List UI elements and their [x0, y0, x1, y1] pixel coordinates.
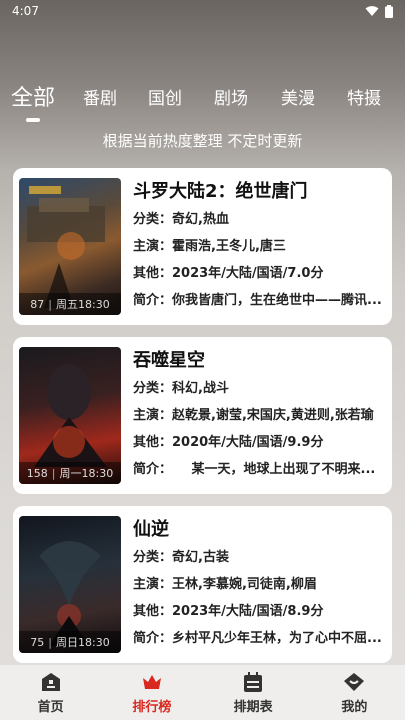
show-other: 其他：2023年/大陆/国语/7.0分 — [133, 266, 324, 281]
show-card[interactable]: 158 | 周一18:30 吞噬星空 分类：科幻,战斗 主演：赵乾景,谢莹,宋国庆,… — [13, 337, 392, 494]
wifi-icon — [365, 6, 379, 16]
nav-ranking[interactable]: 排行榜 — [101, 665, 202, 720]
category-tabs: 全部 番剧 国创 剧场 美漫 特摄 — [0, 78, 405, 122]
episode-badge: 158 | 周一18:30 — [19, 462, 121, 484]
show-category: 分类：科幻,战斗 — [133, 381, 229, 396]
nav-profile[interactable]: 我的 — [304, 665, 405, 720]
show-category: 分类：奇幻,热血 — [133, 212, 229, 227]
status-icons — [365, 4, 393, 18]
show-cast: 主演：霍雨浩,王冬儿,唐三 — [133, 239, 286, 254]
ranking-note: 根据当前热度整理 不定时更新 — [102, 132, 303, 150]
status-bar: 4:07 — [0, 0, 405, 22]
poster-image[interactable]: 87 | 周五18:30 — [19, 178, 121, 315]
show-cast: 主演：赵乾景,谢莹,宋国庆,黄进则,张若瑜 — [133, 408, 374, 423]
nav-schedule[interactable]: 排期表 — [203, 665, 304, 720]
crown-icon — [142, 674, 161, 689]
tab-guochuang[interactable]: 国创 — [148, 84, 182, 109]
episode-badge: 75 | 周日18:30 — [19, 631, 121, 653]
nav-home[interactable]: 首页 — [0, 665, 101, 720]
tab-all[interactable]: 全部 — [11, 80, 55, 122]
show-card[interactable]: 75 | 周日18:30 仙逆 分类：奇幻,古装 主演：王林,李慕婉,司徒南,柳眉 … — [13, 506, 392, 663]
episode-badge: 87 | 周五18:30 — [19, 293, 121, 315]
show-summary: 简介：乡村平凡少年王林，为了心中不屈... — [133, 631, 382, 646]
tab-anime[interactable]: 番剧 — [83, 84, 117, 109]
poster-image[interactable]: 75 | 周日18:30 — [19, 516, 121, 653]
calendar-icon — [244, 671, 263, 692]
show-title: 吞噬星空 — [133, 350, 205, 371]
active-tab-indicator — [26, 118, 40, 122]
tab-theater[interactable]: 剧场 — [214, 84, 248, 109]
profile-icon — [344, 672, 365, 691]
show-title: 仙逆 — [133, 519, 169, 540]
tab-us-comics[interactable]: 美漫 — [281, 84, 315, 109]
show-other: 其他：2020年/大陆/国语/9.9分 — [133, 435, 324, 450]
battery-icon — [385, 4, 393, 18]
show-title: 斗罗大陆2：绝世唐门 — [133, 181, 308, 202]
show-category: 分类：奇幻,古装 — [133, 550, 229, 565]
home-icon — [41, 672, 60, 691]
show-cast: 主演：王林,李慕婉,司徒南,柳眉 — [133, 577, 317, 592]
show-summary: 简介：你我皆唐门，生在绝世中——腾讯... — [133, 293, 382, 308]
status-time: 4:07 — [12, 4, 39, 18]
bottom-navigation: 首页 排行榜 排期表 我的 — [0, 665, 405, 720]
show-card[interactable]: 87 | 周五18:30 斗罗大陆2：绝世唐门 分类：奇幻,热血 主演：霍雨浩,王冬… — [13, 168, 392, 325]
poster-image[interactable]: 158 | 周一18:30 — [19, 347, 121, 484]
tab-tokusatsu[interactable]: 特摄 — [347, 84, 381, 109]
show-summary: 简介： 某一天，地球上出现了不明来... — [133, 462, 376, 477]
show-other: 其他：2023年/大陆/国语/8.9分 — [133, 604, 324, 619]
